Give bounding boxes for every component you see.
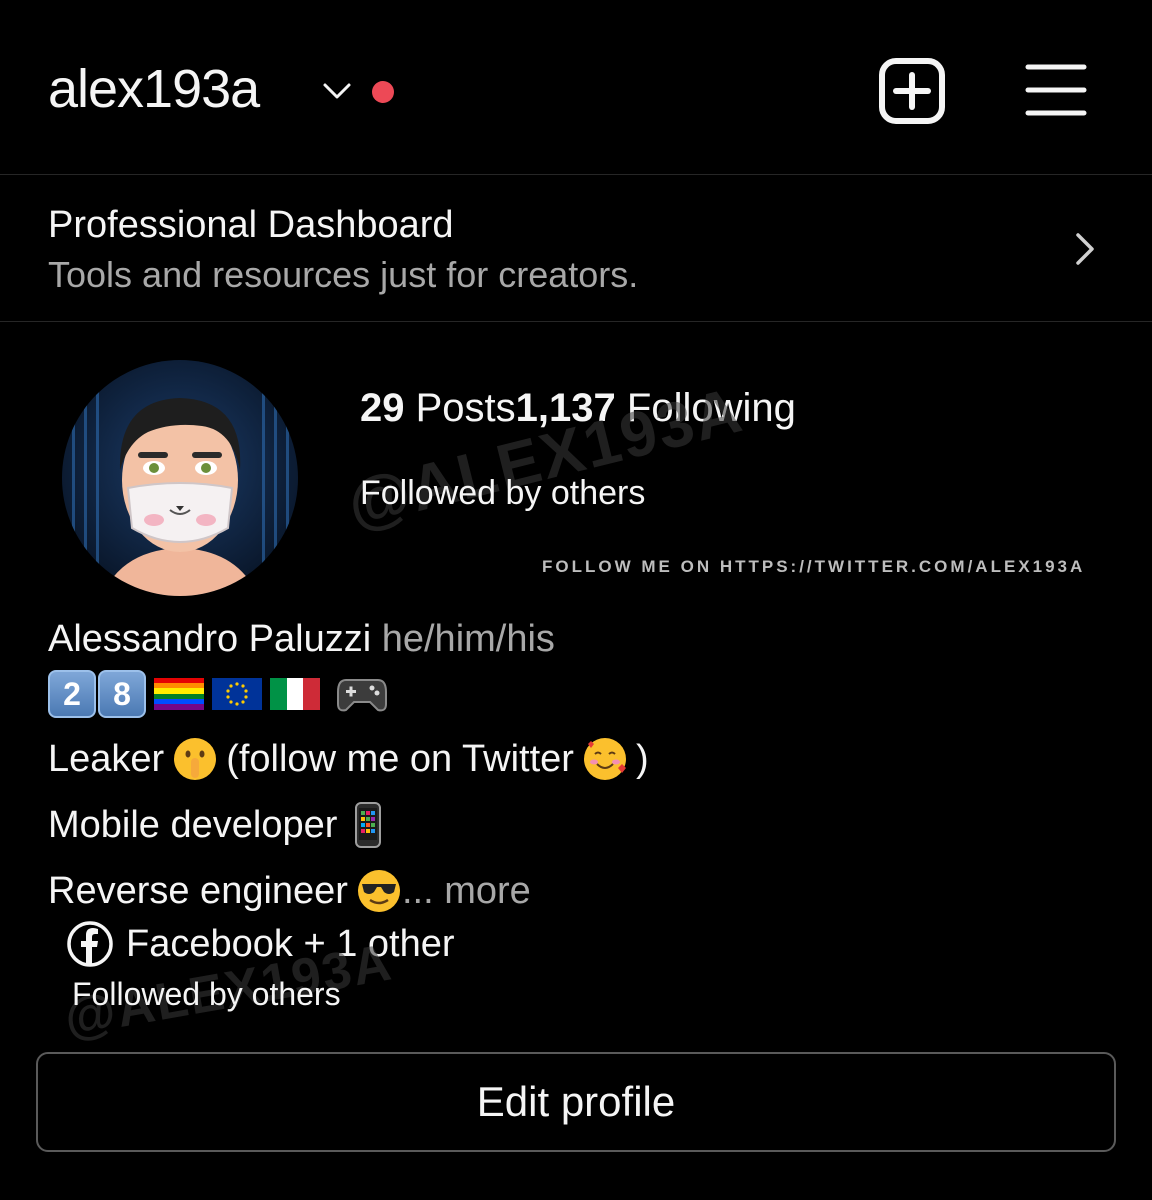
bio-more-link[interactable]: ... more — [402, 870, 531, 913]
top-bar: alex193a — [0, 0, 1152, 175]
dashboard-title: Professional Dashboard — [48, 204, 454, 246]
edit-profile-button[interactable]: Edit profile — [36, 1052, 1116, 1152]
bio-line-1: Leaker (follow me on Twitter ) — [48, 736, 649, 782]
bio-mobile-developer: Mobile developer — [48, 803, 338, 846]
rainbow-flag-icon — [154, 678, 204, 710]
notification-dot — [372, 81, 394, 103]
bio-line-3: Reverse engineer ... more — [48, 868, 531, 914]
dashboard-subtitle: Tools and resources just for creators. — [48, 254, 639, 295]
bio-reverse-engineer: Reverse engineer — [48, 869, 348, 912]
bio-leaker: Leaker — [48, 737, 165, 780]
mobile-phone-icon — [355, 802, 382, 848]
posts-label[interactable]: Posts — [416, 386, 516, 430]
create-post-icon[interactable] — [878, 57, 946, 125]
smiling-face-with-hearts-icon — [583, 738, 626, 780]
menu-icon[interactable] — [1024, 62, 1088, 118]
game-controller-icon — [337, 679, 387, 712]
followed-by-text[interactable]: Followed by others — [360, 474, 645, 513]
facebook-icon — [67, 921, 113, 967]
italy-flag-icon — [270, 678, 320, 710]
shushing-face-icon — [174, 738, 217, 780]
eu-flag-icon — [212, 678, 262, 710]
chevron-down-icon[interactable] — [322, 80, 352, 102]
bio-close-paren: ) — [635, 737, 649, 780]
profile-screen: alex193a Professional Dashboard Tools an… — [0, 0, 1152, 1200]
sunglasses-face-icon — [357, 870, 400, 912]
bio-twitter-note: (follow me on Twitter — [226, 737, 574, 780]
followed-by-text-bottom[interactable]: Followed by others — [72, 976, 341, 1013]
posts-count[interactable]: 29 — [360, 386, 405, 430]
chevron-right-icon — [1076, 233, 1094, 265]
professional-dashboard-row[interactable]: Professional Dashboard Tools and resourc… — [0, 176, 1152, 322]
keycap-8-icon: 8 — [98, 670, 146, 718]
bio-line-2: Mobile developer — [48, 802, 399, 848]
display-name-line: Alessandro Paluzzi he/him/his — [48, 618, 555, 661]
display-name: Alessandro Paluzzi — [48, 618, 372, 660]
account-username[interactable]: alex193a — [48, 58, 260, 120]
profile-avatar[interactable] — [62, 360, 298, 596]
bio-emoji-row: 2 8 — [48, 668, 388, 720]
pronouns: he/him/his — [381, 618, 555, 660]
follow-me-note: FOLLOW ME ON HTTPS://TWITTER.COM/ALEX193… — [542, 557, 1086, 576]
keycap-2-icon: 2 — [48, 670, 96, 718]
